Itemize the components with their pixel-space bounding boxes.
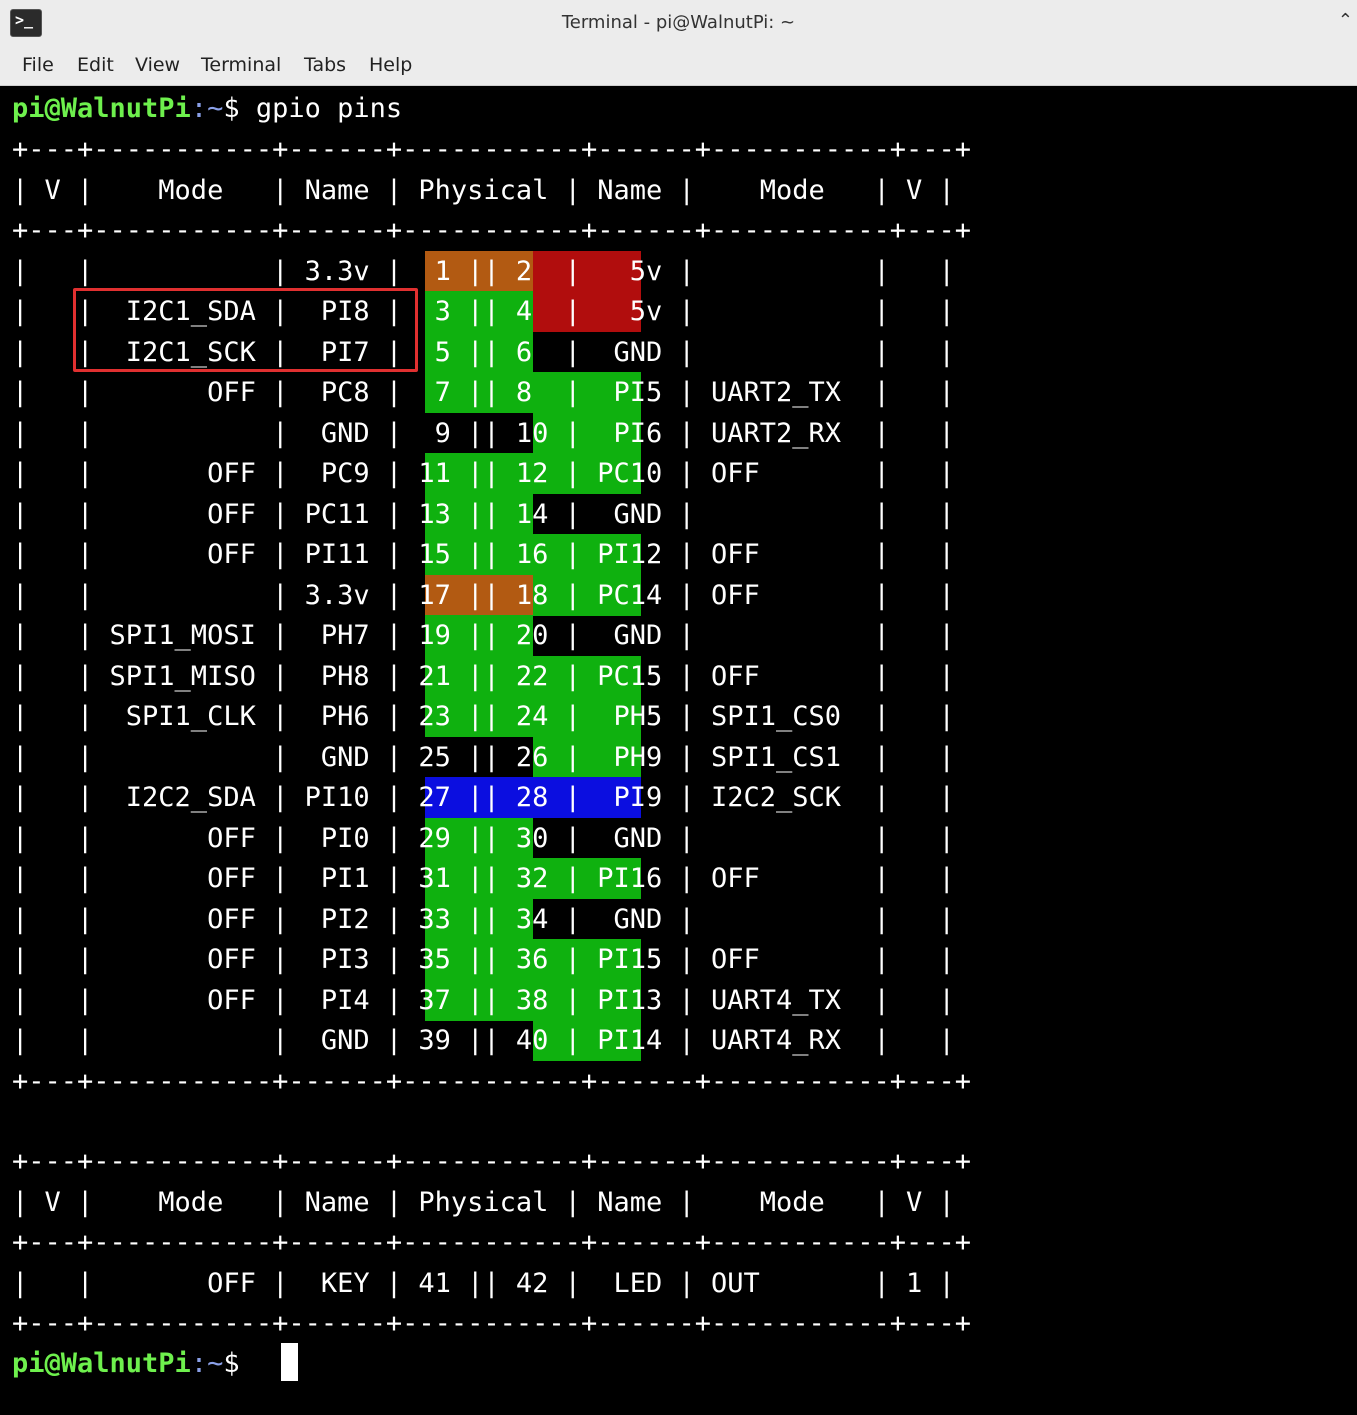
command-line: pi@WalnutPi:~$ gpio pins <box>12 93 403 124</box>
table-row: | | | GND | 39 || 40 | PI14 | UART4_RX |… <box>12 1025 955 1056</box>
table-row: | | | 3.3v | 1 || 2 | 5v | | | <box>12 255 955 287</box>
table-row: | | OFF | PI11 | 15 || 16 | PI12 | OFF |… <box>12 539 955 570</box>
menu-bar: File Edit View Terminal Tabs Help <box>0 45 1357 86</box>
i2c1-highlight-box <box>73 288 418 372</box>
table-border: +---+-----------+------+-----------+----… <box>12 134 972 165</box>
table-row: | | OFF | KEY | 41 || 42 | LED | OUT | 1… <box>12 1267 955 1299</box>
terminal-output[interactable]: pi@WalnutPi:~$ gpio pins +---+----------… <box>0 86 1357 1415</box>
menu-tabs[interactable]: Tabs <box>304 54 346 76</box>
table-border: +---+-----------+------+-----------+----… <box>12 1065 972 1097</box>
table-row: | | OFF | PI2 | 33 || 34 | GND | | | <box>12 903 955 935</box>
menu-edit[interactable]: Edit <box>77 54 114 76</box>
menu-view[interactable]: View <box>135 54 180 76</box>
table-row: | | I2C2_SDA | PI10 | 27 || 28 | PI9 | I… <box>12 782 955 813</box>
table-row: | | SPI1_MISO | PH8 | 21 || 22 | PC15 | … <box>12 660 955 692</box>
table-border: +---+-----------+------+-----------+----… <box>12 1146 972 1177</box>
table-row: | | OFF | PC9 | 11 || 12 | PC10 | OFF | … <box>12 458 955 489</box>
menu-file[interactable]: File <box>22 54 54 76</box>
table-row: | | OFF | PI3 | 35 || 36 | PI15 | OFF | … <box>12 944 955 975</box>
terminal-cursor <box>281 1343 298 1381</box>
title-bar: >_ Terminal - pi@WalnutPi: ~ ⌃ <box>0 0 1357 46</box>
table-border: +---+-----------+------+-----------+----… <box>12 1227 972 1258</box>
table-row: | | OFF | PI4 | 37 || 38 | PI13 | UART4_… <box>12 984 955 1016</box>
table-border: +---+-----------+------+-----------+----… <box>12 1308 972 1339</box>
window-controls-icon[interactable]: ⌃ <box>1338 10 1353 31</box>
table-row: | | SPI1_CLK | PH6 | 23 || 24 | PH5 | SP… <box>12 701 955 732</box>
table-row: | | OFF | PC8 | 7 || 8 | PI5 | UART2_TX … <box>12 377 955 408</box>
table-row: | | OFF | PI1 | 31 || 32 | PI16 | OFF | … <box>12 863 955 894</box>
table-header: | V | Mode | Name | Physical | Name | Mo… <box>12 1186 955 1218</box>
table-row: | | SPI1_MOSI | PH7 | 19 || 20 | GND | |… <box>12 620 955 651</box>
table-header: | V | Mode | Name | Physical | Name | Mo… <box>12 174 955 206</box>
window-title: Terminal - pi@WalnutPi: ~ <box>561 12 796 33</box>
menu-terminal[interactable]: Terminal <box>201 54 281 76</box>
final-prompt: pi@WalnutPi:~$ <box>12 1348 256 1379</box>
table-border: +---+-----------+------+-----------+----… <box>12 215 972 246</box>
table-row: | | | 3.3v | 17 || 18 | PC14 | OFF | | <box>12 579 955 611</box>
table-row: | | OFF | PI0 | 29 || 30 | GND | | | <box>12 822 955 854</box>
menu-help[interactable]: Help <box>369 54 412 76</box>
table-row: | | OFF | PC11 | 13 || 14 | GND | | | <box>12 498 955 530</box>
table-row: | | | GND | 9 || 10 | PI6 | UART2_RX | | <box>12 417 955 449</box>
table-row: | | | GND | 25 || 26 | PH9 | SPI1_CS1 | … <box>12 741 955 773</box>
